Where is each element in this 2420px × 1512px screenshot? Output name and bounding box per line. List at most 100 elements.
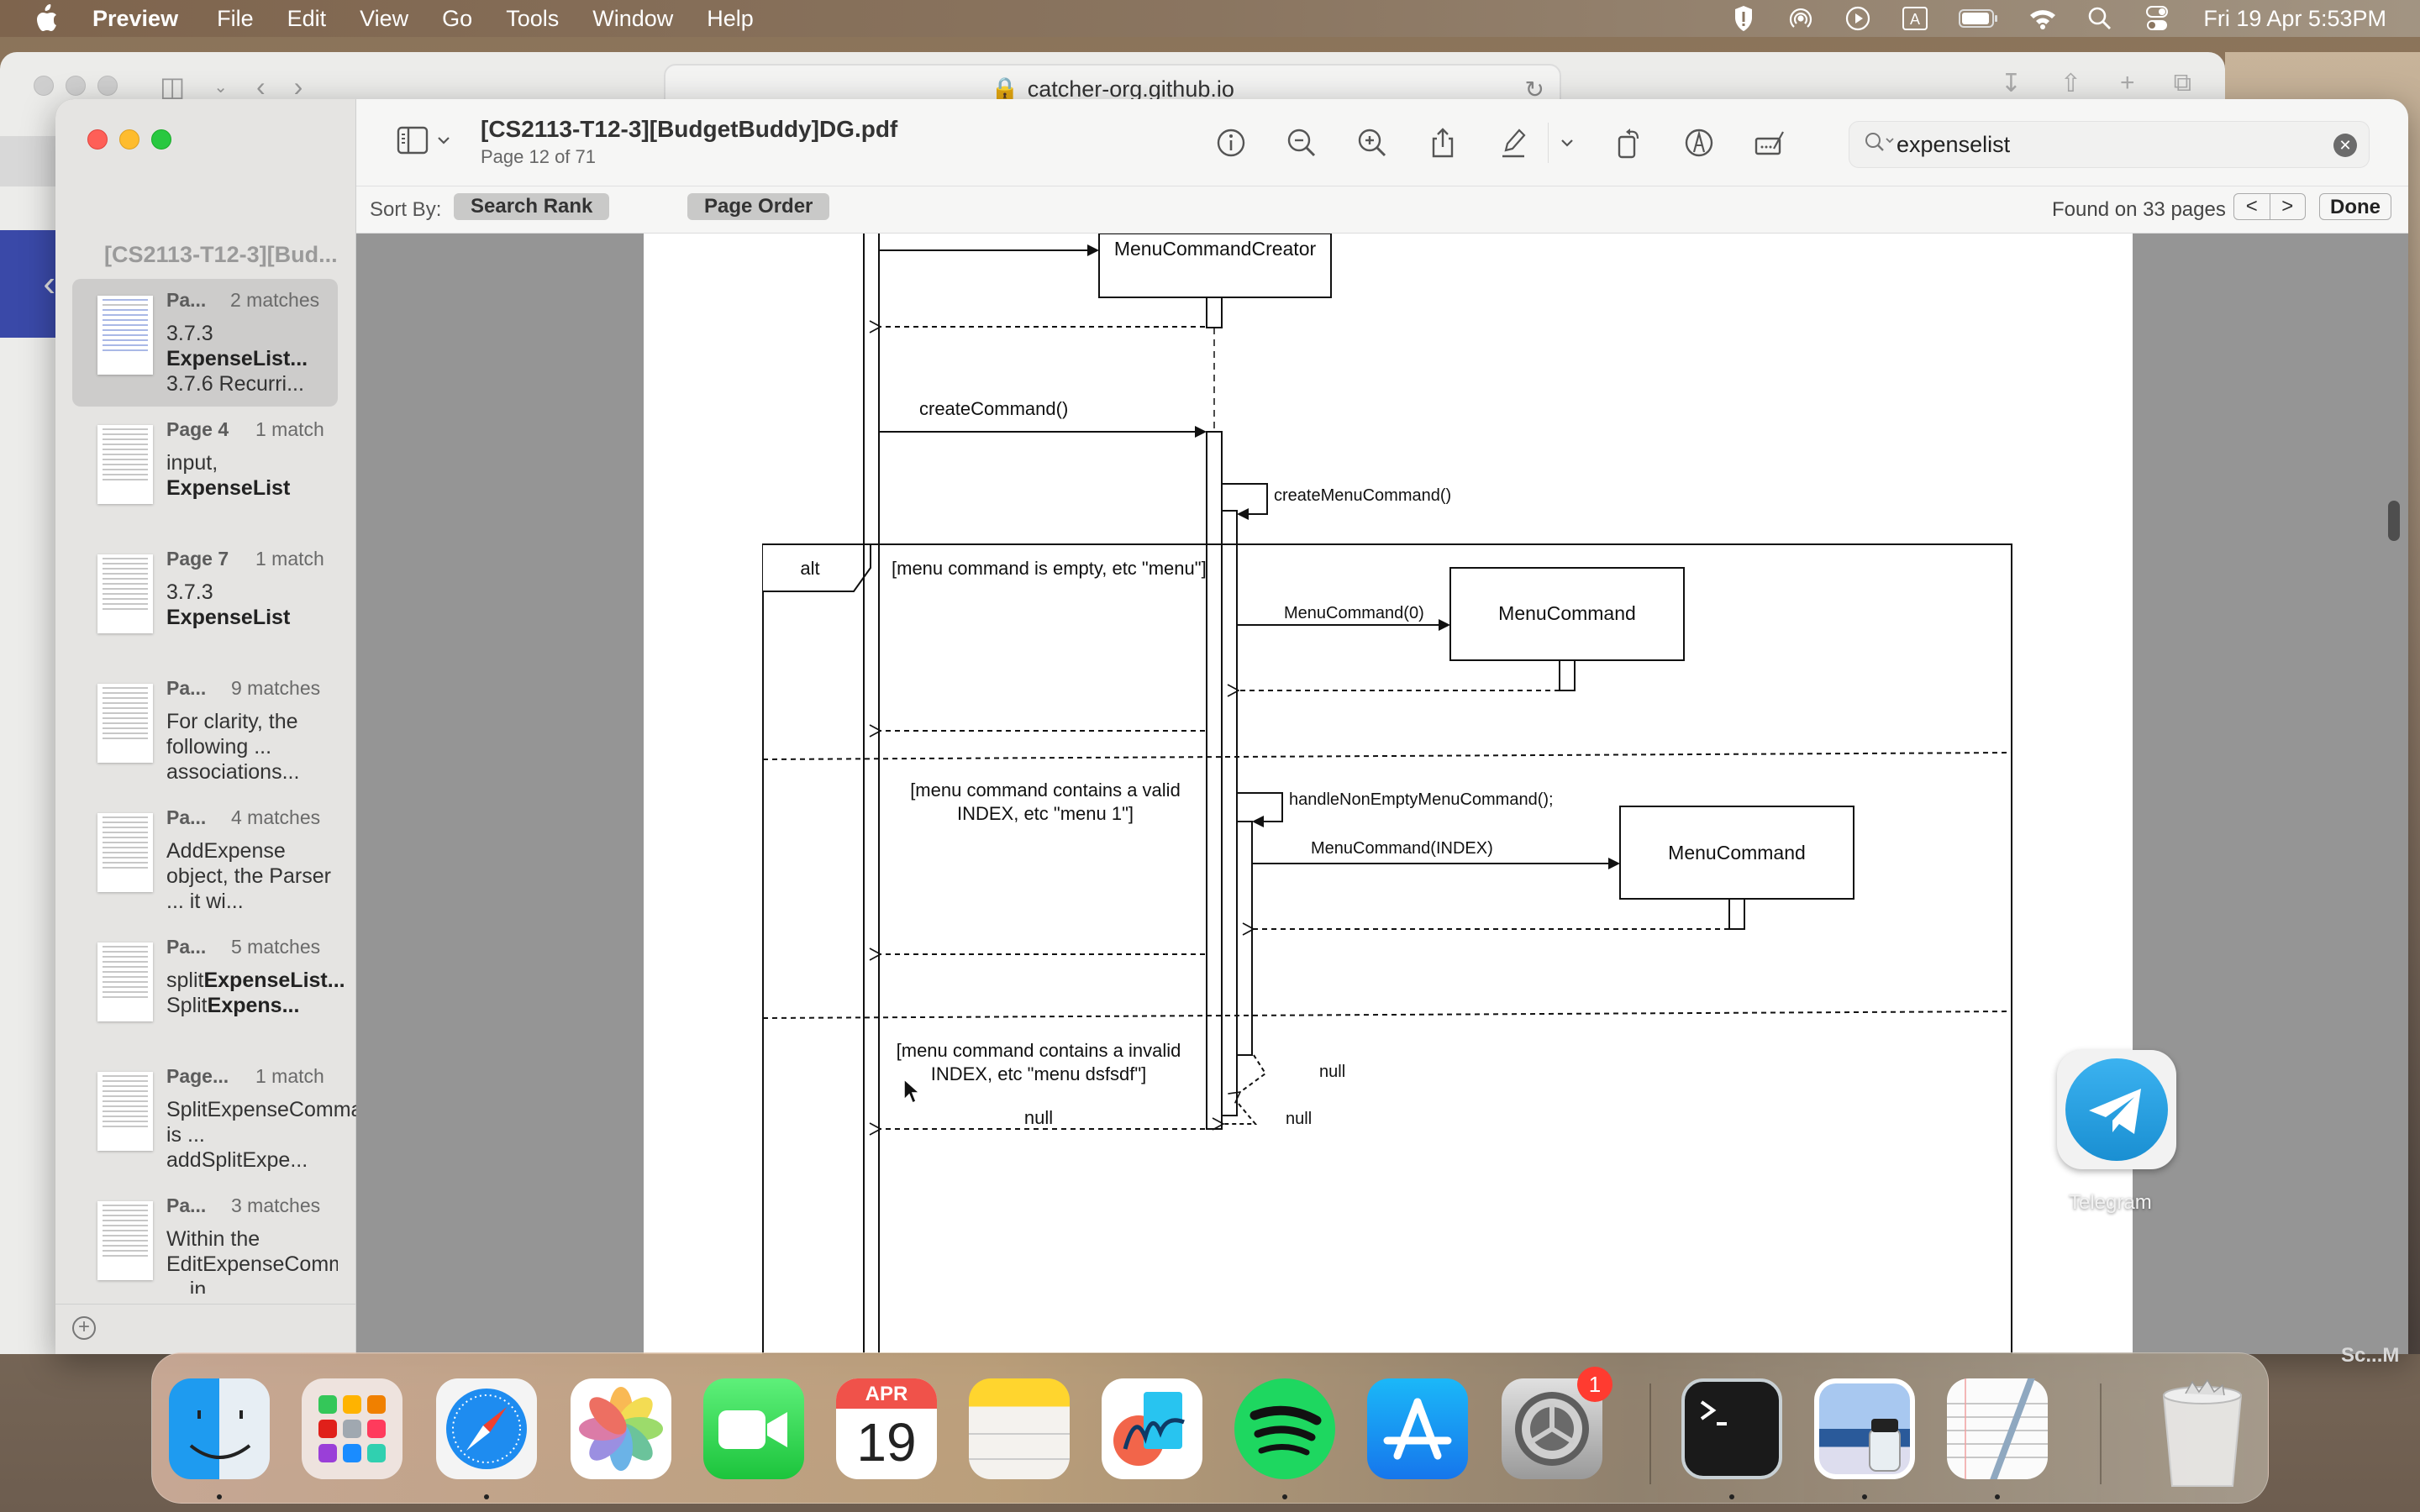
dock-spotify[interactable] xyxy=(1234,1378,1335,1479)
rotate-button[interactable] xyxy=(1609,123,1648,162)
menu-tools[interactable]: Tools xyxy=(506,6,559,32)
search-field[interactable]: ✕ xyxy=(1849,121,2370,168)
sidebar-toggle-button[interactable] xyxy=(397,126,450,155)
search-result-item[interactable]: Pa... 4 matches AddExpense object, the P… xyxy=(72,796,338,924)
search-result-item[interactable]: Pa... 9 matches For clarity, the followi… xyxy=(72,667,338,795)
search-result-item[interactable]: Page 4 1 match input, ExpenseList xyxy=(72,408,338,536)
zoom-out-button[interactable] xyxy=(1282,123,1321,162)
dock-trash[interactable] xyxy=(2152,1378,2253,1487)
menu-window[interactable]: Window xyxy=(592,6,673,32)
menu-go[interactable]: Go xyxy=(442,6,472,32)
result-snippet: splitExpenseList... SplitExpens... xyxy=(166,969,345,1017)
back-icon[interactable]: ‹ xyxy=(256,71,266,102)
result-page: Page 4 xyxy=(166,418,229,440)
zoom-in-icon xyxy=(1358,129,1386,157)
preview-toolbar: [CS2113-T12-3][BudgetBuddy]DG.pdf Page 1… xyxy=(356,99,2408,186)
keyboard-input-a-icon[interactable]: A xyxy=(1901,4,1929,33)
search-input[interactable] xyxy=(1897,131,2317,158)
sort-by-label: Sort By: xyxy=(370,198,442,221)
dock-app-store[interactable] xyxy=(1367,1378,1468,1479)
menu-file[interactable]: File xyxy=(217,6,254,32)
dock-textedit[interactable] xyxy=(1947,1360,2048,1484)
dock-system-settings[interactable]: 1 xyxy=(1502,1367,1612,1479)
spotlight-search-icon[interactable] xyxy=(2086,4,2114,33)
wifi-icon[interactable] xyxy=(2028,4,2057,33)
window-controls xyxy=(87,129,171,150)
dock-safari[interactable] xyxy=(436,1378,537,1479)
menu-edit[interactable]: Edit xyxy=(287,6,327,32)
highlight-menu-button[interactable] xyxy=(1557,123,1577,162)
running-indicator xyxy=(484,1494,489,1499)
vpn-shield-icon[interactable] xyxy=(1729,4,1758,33)
carousel-prev-icon[interactable]: ‹ xyxy=(43,263,55,305)
result-page: Page 7 xyxy=(166,548,229,570)
vertical-scrollbar[interactable] xyxy=(2388,501,2400,541)
play-circle-icon[interactable] xyxy=(1844,4,1872,33)
add-icon[interactable]: + xyxy=(72,1316,96,1340)
search-result-item[interactable]: Pa... 3 matches Within the EditExpenseCo… xyxy=(72,1184,338,1294)
share-icon[interactable]: ⇧ xyxy=(2060,69,2081,98)
menu-help[interactable]: Help xyxy=(707,6,754,32)
dock-finder[interactable] xyxy=(169,1378,270,1479)
next-result-button[interactable]: > xyxy=(2270,194,2306,219)
zoom-button[interactable] xyxy=(151,129,171,150)
markup-button[interactable] xyxy=(1680,123,1718,162)
search-result-item[interactable]: Page 7 1 match 3.7.3 ExpenseList xyxy=(72,538,338,665)
screenshot-file-label[interactable]: Sc...M xyxy=(2341,1344,2399,1368)
page-thumbnail xyxy=(97,942,153,1021)
dock-separator xyxy=(1649,1383,1651,1484)
info-button[interactable] xyxy=(1212,123,1250,162)
result-snippet: AddExpense object, the Parser ... it wi.… xyxy=(166,839,331,913)
new-tab-icon[interactable]: + xyxy=(2120,69,2135,98)
clear-search-icon[interactable]: ✕ xyxy=(2333,134,2357,157)
creator-activation-3 xyxy=(1221,510,1238,1116)
dock-notes[interactable] xyxy=(969,1378,1070,1479)
menu-bar-clock[interactable]: Fri 19 Apr 5:53PM xyxy=(2203,6,2386,32)
dock-launchpad[interactable] xyxy=(302,1378,402,1479)
search-icon[interactable] xyxy=(1863,130,1897,160)
minimize-button[interactable] xyxy=(119,129,139,150)
result-page: Pa... xyxy=(166,677,207,699)
apple-menu-icon[interactable] xyxy=(34,4,67,33)
sequence-diagram: MenuCommandCreator createCommand() creat… xyxy=(644,233,2133,1354)
highlight-button[interactable] xyxy=(1494,123,1533,162)
zoom-in-button[interactable] xyxy=(1353,123,1392,162)
download-icon[interactable]: ↧ xyxy=(2001,69,2022,98)
telegram-app-icon[interactable] xyxy=(2057,1050,2176,1169)
document-title: [CS2113-T12-3][BudgetBuddy]DG.pdf xyxy=(481,116,898,142)
dock-freeform[interactable] xyxy=(1102,1378,1202,1479)
menu-view[interactable]: View xyxy=(360,6,408,32)
dock-preview[interactable] xyxy=(1814,1378,1915,1479)
share-button[interactable] xyxy=(1423,123,1462,162)
finder-icon xyxy=(189,1410,251,1459)
sort-page-order-button[interactable]: Page Order xyxy=(687,193,830,220)
menucommand-2-activation xyxy=(1728,898,1745,930)
sidebar-icon[interactable]: ◫ xyxy=(160,71,185,102)
menu-app-name[interactable]: Preview xyxy=(92,6,178,32)
form-filling-button[interactable] xyxy=(1750,123,1789,162)
result-snippet: For clarity, the following ... associati… xyxy=(166,710,300,784)
dock-facetime[interactable] xyxy=(703,1378,804,1479)
alt-separator-1 xyxy=(762,752,2012,760)
search-result-item[interactable]: Page... 1 match SplitExpenseCommand is .… xyxy=(72,1055,386,1183)
dock-terminal[interactable] xyxy=(1681,1378,1782,1479)
battery-icon[interactable] xyxy=(1958,4,2000,33)
search-result-item[interactable]: Pa... 5 matches splitExpenseList... Spli… xyxy=(72,926,345,1053)
result-page: Pa... xyxy=(166,806,207,828)
dock-photos[interactable] xyxy=(571,1378,671,1479)
forward-icon[interactable]: › xyxy=(294,71,303,102)
alt-operator-label: alt xyxy=(800,558,819,579)
tabs-overview-icon[interactable]: ⧉ xyxy=(2174,69,2191,98)
dock-calendar[interactable]: APR 19 xyxy=(836,1378,937,1479)
sort-search-rank-button[interactable]: Search Rank xyxy=(454,193,610,220)
document-view[interactable]: MenuCommandCreator createCommand() creat… xyxy=(356,233,2408,1354)
previous-result-button[interactable]: < xyxy=(2234,194,2270,219)
control-center-icon[interactable] xyxy=(2143,4,2171,33)
participant-label: MenuCommandCreator xyxy=(1114,238,1317,260)
done-button[interactable]: Done xyxy=(2319,193,2391,220)
airdrop-icon[interactable] xyxy=(1786,4,1815,33)
chevron-down-icon[interactable]: ⌄ xyxy=(213,76,228,97)
signature-field-icon xyxy=(1754,131,1784,155)
close-button[interactable] xyxy=(87,129,108,150)
search-result-item[interactable]: Pa... 2 matches 3.7.3 ExpenseList... 3.7… xyxy=(72,279,338,407)
